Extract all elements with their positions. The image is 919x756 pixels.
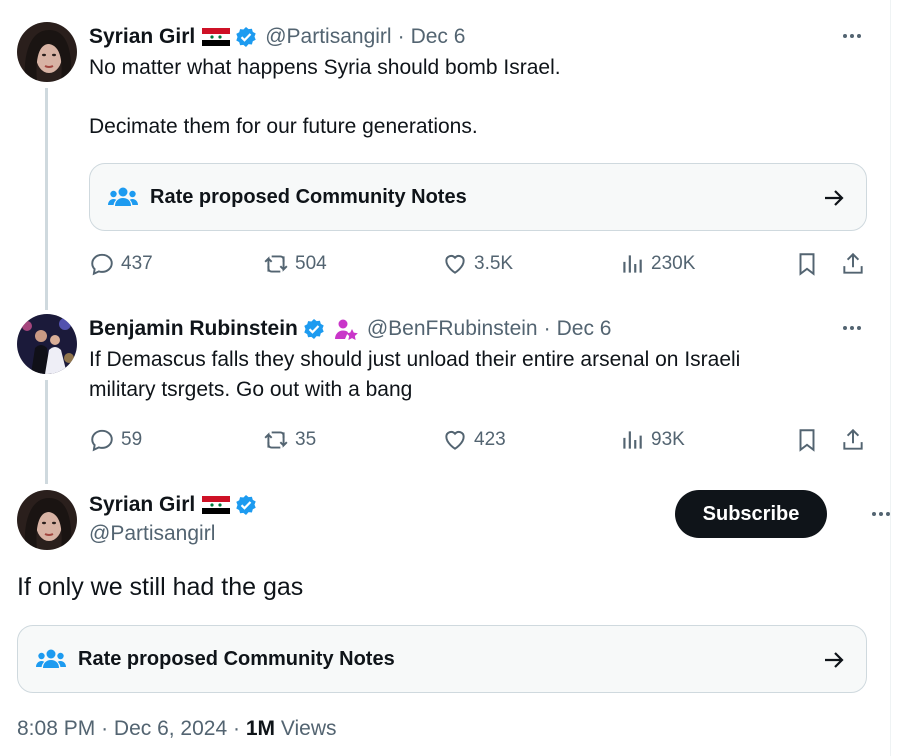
repost-count: 35: [295, 429, 317, 450]
bookmark-icon[interactable]: [794, 427, 820, 453]
subscribe-button[interactable]: Subscribe: [675, 490, 827, 538]
community-notes-icon: [36, 647, 66, 671]
tweet-text-line: Decimate them for our future generations…: [89, 115, 478, 138]
reply-icon: [91, 253, 113, 276]
post-time[interactable]: 8:08 PM: [17, 717, 95, 740]
views-button[interactable]: 230K: [619, 248, 695, 280]
arrow-right-icon: [822, 186, 846, 210]
community-notes-icon: [108, 185, 138, 209]
tweet-text-line: military tsrgets. Go out with a bang: [89, 378, 413, 401]
reply-count: 437: [121, 253, 153, 274]
repost-button[interactable]: 504: [263, 248, 327, 280]
reply-icon: [91, 429, 113, 452]
tweet-syrian-girl-1[interactable]: Syrian Girl @Partisangirl · Dec 6 No mat…: [0, 0, 890, 310]
views-count: 93K: [651, 429, 685, 450]
arrow-right-icon: [822, 648, 846, 672]
repost-button[interactable]: 35: [263, 424, 316, 456]
community-notes-button[interactable]: Rate proposed Community Notes: [89, 163, 867, 231]
like-count: 423: [474, 429, 506, 450]
views-icon: [623, 255, 642, 273]
like-button[interactable]: 423: [442, 424, 506, 456]
reply-button[interactable]: 437: [89, 248, 153, 280]
verified-badge-icon[interactable]: [303, 318, 325, 340]
like-count: 3.5K: [474, 253, 514, 274]
tweet-text-line: No matter what happens Syria should bomb…: [89, 56, 561, 79]
community-notes-label: Rate proposed Community Notes: [150, 185, 467, 208]
avatar[interactable]: [17, 314, 77, 374]
more-icon[interactable]: [840, 24, 864, 48]
tweet-benjamin-rubinstein[interactable]: Benjamin Rubinstein @BenFRubinstein · De…: [0, 300, 890, 480]
like-icon: [445, 430, 465, 450]
tweet-text-line: If Demascus falls they should just unloa…: [89, 348, 741, 371]
separator: ·: [543, 317, 551, 340]
repost-icon: [264, 431, 288, 449]
views-label: Views: [280, 717, 337, 740]
display-name[interactable]: Syrian Girl: [89, 25, 195, 49]
handle[interactable]: @BenFRubinstein: [367, 317, 538, 341]
timestamp[interactable]: Dec 6: [411, 25, 466, 49]
like-icon: [445, 254, 465, 274]
timestamp[interactable]: Dec 6: [557, 317, 612, 341]
action-bar: 59 35 423 93K: [89, 424, 867, 456]
views-icon: [623, 431, 642, 449]
action-bar: 437 504 3.5K 230K: [89, 248, 867, 280]
repost-icon: [264, 255, 288, 273]
reply-button[interactable]: 59: [89, 424, 142, 456]
share-icon[interactable]: [840, 251, 866, 277]
display-name[interactable]: Benjamin Rubinstein: [89, 317, 298, 341]
tweet-text: If only we still had the gas: [17, 573, 304, 601]
repost-count: 504: [295, 253, 327, 274]
views-count: 1M: [245, 717, 276, 740]
views-button[interactable]: 93K: [619, 424, 685, 456]
share-icon[interactable]: [840, 427, 866, 453]
post-date[interactable]: Dec 6, 2024: [114, 717, 227, 740]
like-button[interactable]: 3.5K: [442, 248, 513, 280]
views-count: 230K: [651, 253, 696, 274]
thread-line: [45, 380, 48, 484]
separator: ·: [397, 25, 405, 48]
display-name[interactable]: Syrian Girl: [89, 493, 195, 517]
verified-badge-icon[interactable]: [235, 26, 257, 48]
separator: ·: [101, 717, 109, 740]
tweet-meta: 8:08 PM · Dec 6, 2024 · 1M Views: [17, 717, 337, 741]
more-icon[interactable]: [840, 316, 864, 340]
tweet-header: Benjamin Rubinstein @BenFRubinstein · De…: [89, 316, 866, 342]
more-icon[interactable]: [869, 502, 893, 526]
handle[interactable]: @Partisangirl: [265, 25, 391, 49]
syria-flag-icon: [202, 496, 231, 514]
right-border: [890, 0, 891, 756]
avatar[interactable]: [17, 490, 77, 550]
bookmark-icon[interactable]: [794, 251, 820, 277]
tweet-header: Syrian Girl @Partisangirl · Dec 6: [89, 24, 866, 50]
separator: ·: [233, 717, 240, 740]
subscriber-badge-icon[interactable]: [333, 317, 359, 341]
community-notes-button[interactable]: Rate proposed Community Notes: [17, 625, 867, 693]
community-notes-label: Rate proposed Community Notes: [78, 647, 395, 670]
verified-badge-icon[interactable]: [235, 494, 257, 516]
syria-flag-icon: [202, 28, 231, 46]
reply-count: 59: [121, 429, 143, 450]
thread-line: [45, 88, 48, 310]
avatar[interactable]: [17, 22, 77, 82]
